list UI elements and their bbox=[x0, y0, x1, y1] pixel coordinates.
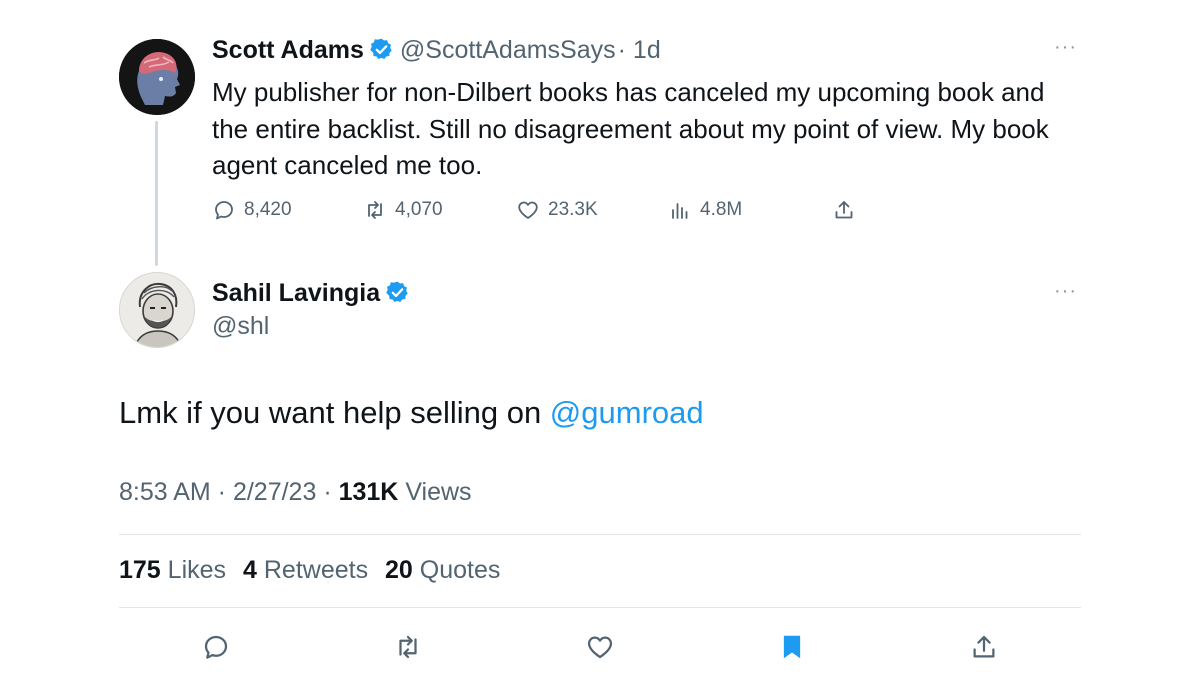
heart-icon bbox=[587, 636, 613, 659]
view-count: 131K bbox=[338, 478, 399, 506]
retweets-label: Retweets bbox=[263, 556, 369, 584]
retweets-count: 4 bbox=[243, 556, 257, 584]
quotes-count: 20 bbox=[385, 556, 413, 584]
parent-reply-button[interactable]: 8,420 bbox=[212, 198, 292, 222]
speech-bubble-icon bbox=[215, 201, 233, 220]
parent-tweet-time[interactable]: · 1d bbox=[618, 36, 661, 64]
divider bbox=[119, 607, 1081, 608]
parent-share-button[interactable] bbox=[832, 198, 856, 222]
speech-bubble-icon bbox=[204, 635, 228, 659]
share-upload-icon bbox=[973, 635, 995, 658]
verified-badge-icon bbox=[370, 38, 392, 59]
reply-author-name-row: Sahil Lavingia bbox=[212, 279, 410, 308]
views-label: Views bbox=[405, 478, 472, 506]
tweet-time[interactable]: 8:53 AM bbox=[119, 478, 211, 506]
quotes-label: Quotes bbox=[419, 556, 501, 584]
parent-retweet-button[interactable]: 4,070 bbox=[363, 198, 443, 222]
bar-chart-icon bbox=[672, 203, 688, 219]
bookmark-filled-icon bbox=[783, 635, 801, 659]
engagement-counts: 175 Likes 4 Retweets 20 Quotes bbox=[119, 556, 500, 585]
share-button[interactable] bbox=[967, 630, 1001, 664]
gumroad-mention-link[interactable]: @gumroad bbox=[550, 395, 704, 430]
retweet-arrows-icon bbox=[368, 201, 382, 219]
thread-connector-line bbox=[155, 121, 158, 266]
sketch-portrait-avatar-icon bbox=[120, 273, 194, 347]
bookmark-button[interactable] bbox=[775, 630, 809, 664]
verified-badge-icon bbox=[386, 281, 408, 302]
reply-button[interactable] bbox=[199, 630, 233, 664]
parent-retweet-count: 4,070 bbox=[395, 199, 443, 220]
quotes-count-link[interactable]: 20 Quotes bbox=[385, 556, 500, 584]
retweet-button[interactable] bbox=[391, 630, 425, 664]
brain-profile-avatar-icon bbox=[119, 39, 195, 115]
heart-icon bbox=[518, 201, 538, 219]
retweets-count-link[interactable]: 4 Retweets bbox=[243, 556, 368, 584]
parent-views-button[interactable]: 4.8M bbox=[668, 198, 742, 222]
retweet-arrows-icon bbox=[399, 635, 417, 659]
scott-adams-avatar[interactable] bbox=[119, 39, 195, 115]
likes-count: 175 bbox=[119, 556, 161, 584]
sahil-lavingia-avatar[interactable] bbox=[119, 272, 195, 348]
likes-label: Likes bbox=[167, 556, 227, 584]
parent-like-count: 23.3K bbox=[548, 199, 598, 220]
parent-author-handle[interactable]: @ScottAdamsSays bbox=[400, 36, 616, 64]
tweet-date[interactable]: 2/27/23 bbox=[233, 478, 316, 506]
divider bbox=[119, 534, 1081, 535]
reply-text-body: Lmk if you want help selling on bbox=[119, 395, 550, 430]
parent-view-count: 4.8M bbox=[700, 199, 743, 220]
parent-more-options-icon[interactable]: ··· bbox=[1054, 36, 1077, 59]
reply-author-name[interactable]: Sahil Lavingia bbox=[212, 279, 380, 307]
tweet-timestamp-line: 8:53 AM · 2/27/23 · 131K Views bbox=[119, 478, 472, 506]
like-button[interactable] bbox=[583, 630, 617, 664]
parent-tweet-header: Scott Adams @ScottAdamsSays· 1d bbox=[212, 36, 661, 65]
parent-like-button[interactable]: 23.3K bbox=[516, 198, 598, 222]
parent-tweet-text: My publisher for non-Dilbert books has c… bbox=[212, 77, 1049, 180]
parent-author-name[interactable]: Scott Adams bbox=[212, 36, 364, 64]
parent-reply-count: 8,420 bbox=[244, 199, 292, 220]
reply-author-handle[interactable]: @shl bbox=[212, 312, 269, 341]
reply-more-options-icon[interactable]: ··· bbox=[1054, 280, 1077, 303]
reply-tweet-text: Lmk if you want help selling on @gumroad bbox=[119, 395, 704, 431]
likes-count-link[interactable]: 175 Likes bbox=[119, 556, 226, 584]
share-upload-icon bbox=[835, 201, 853, 219]
